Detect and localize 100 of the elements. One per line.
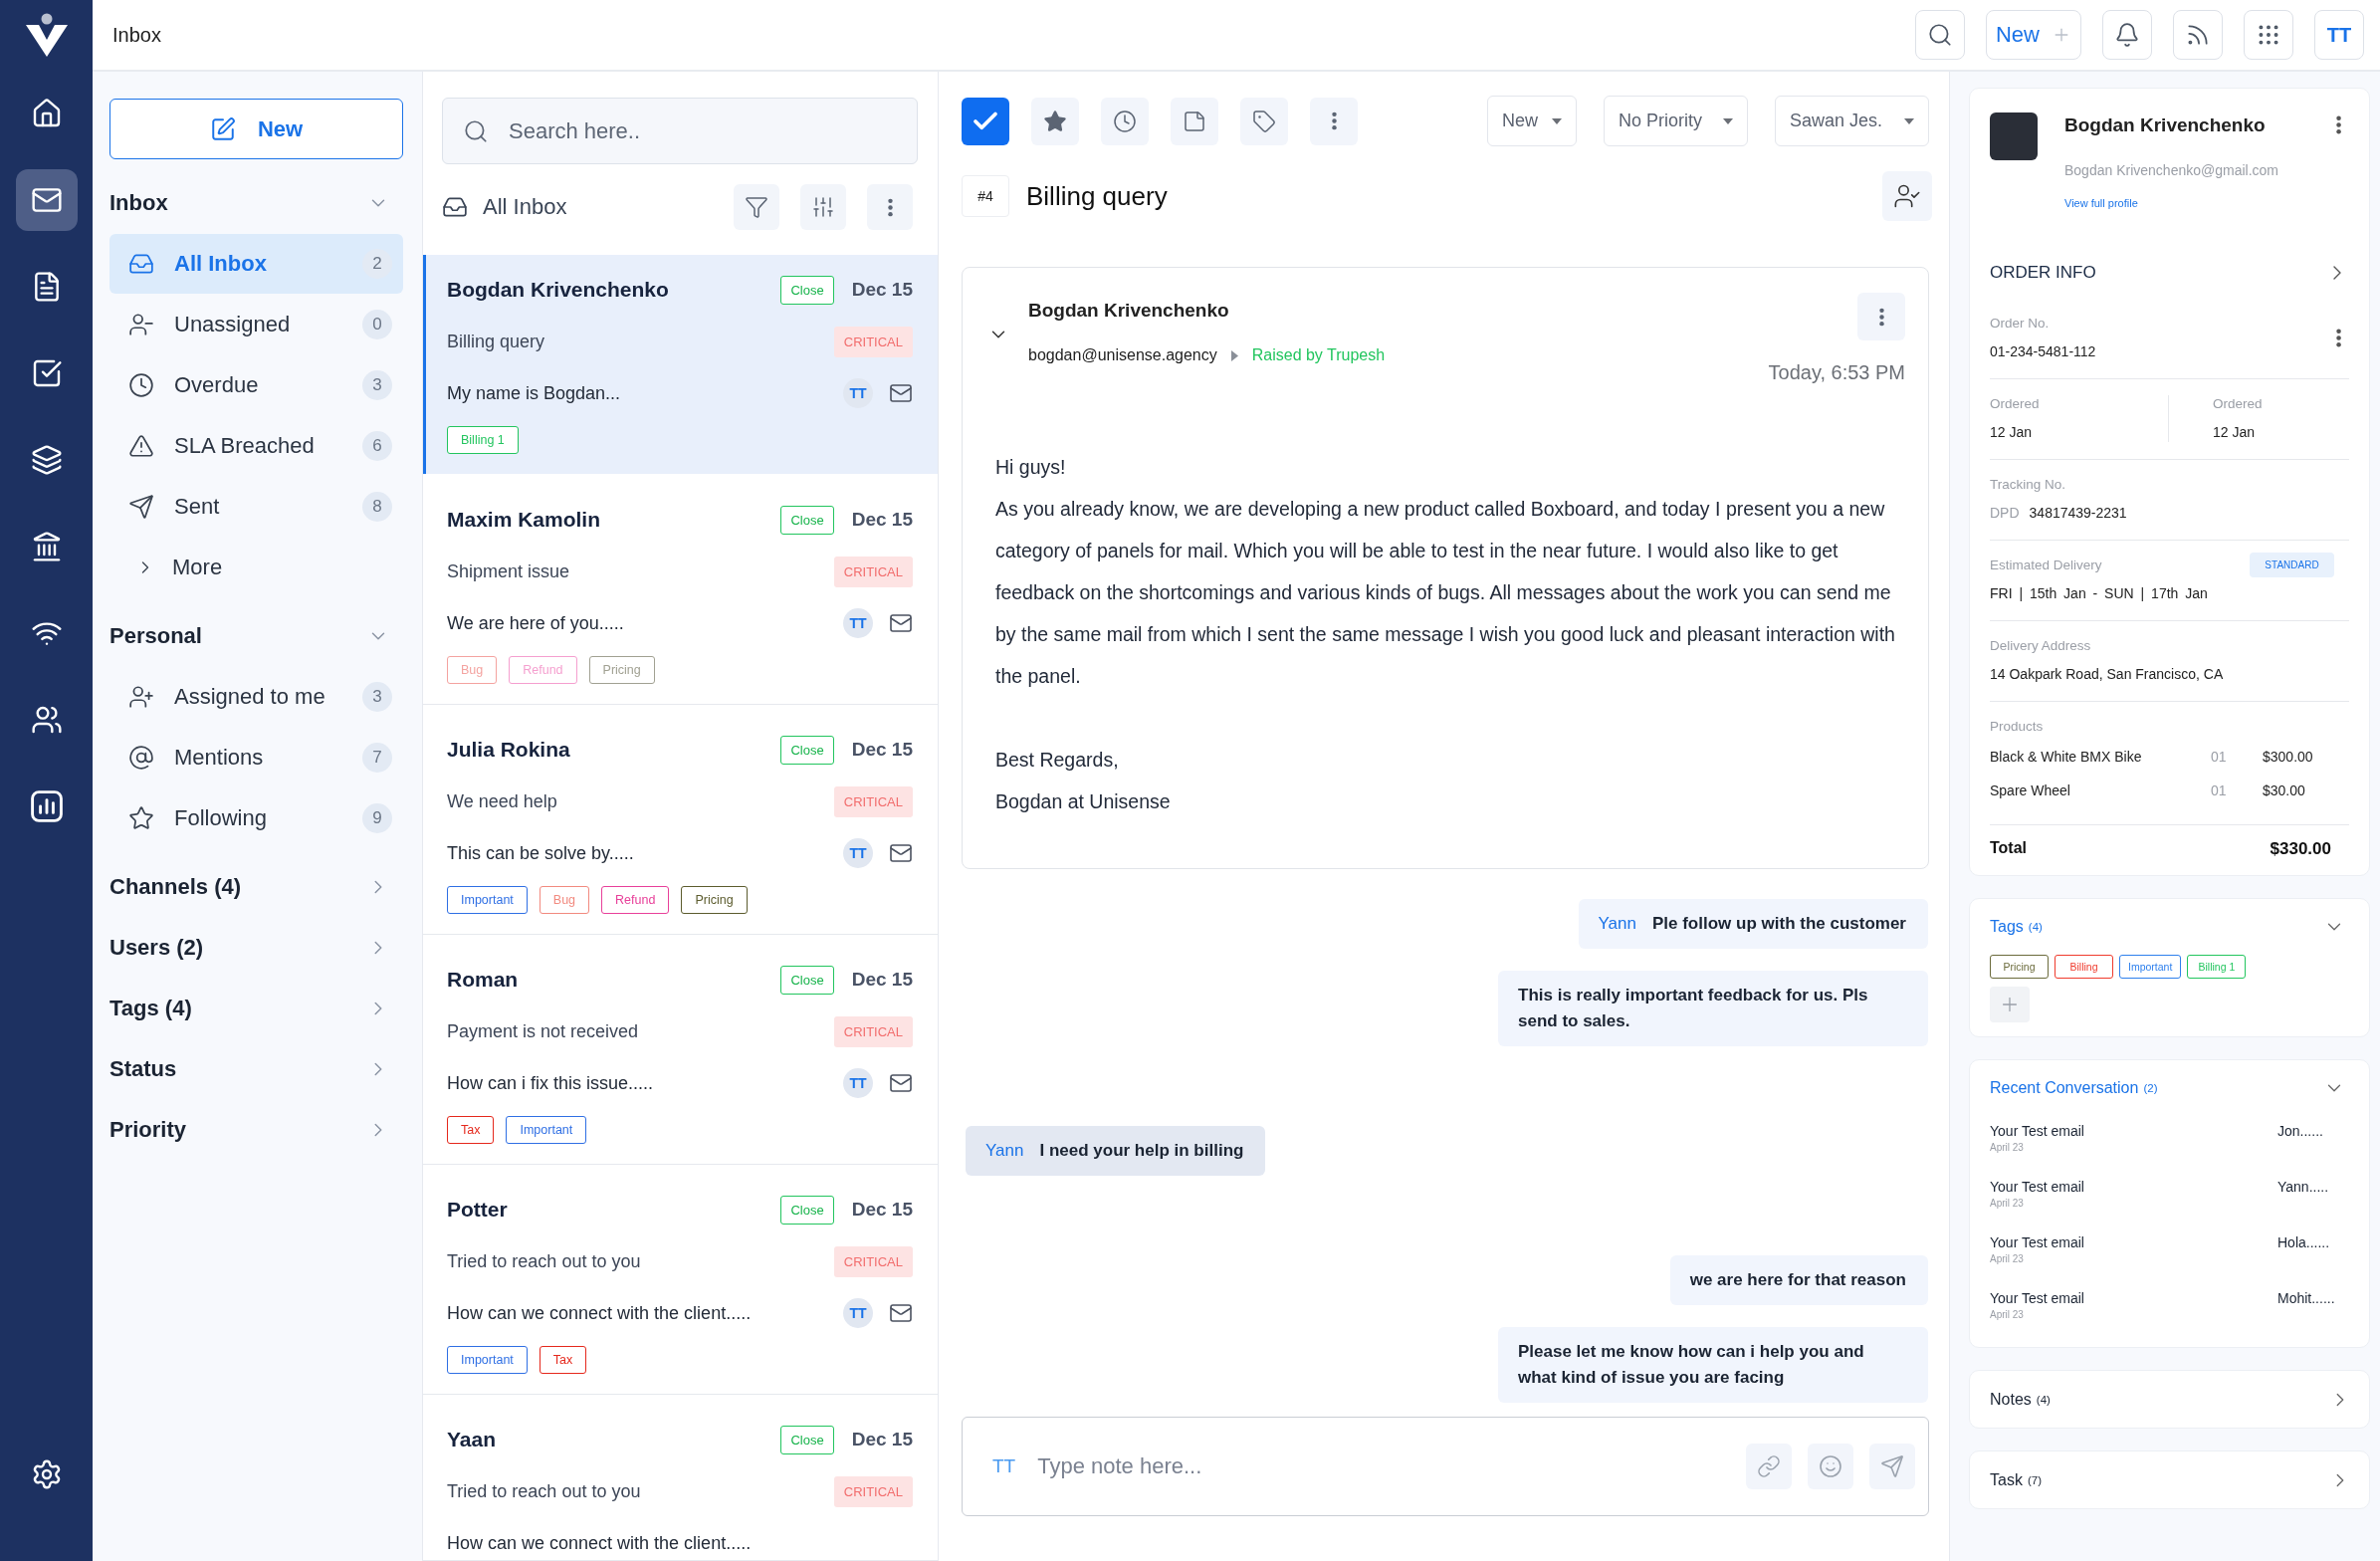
assign-button[interactable] bbox=[1882, 171, 1932, 221]
tag-icon bbox=[1252, 109, 1276, 133]
section-header[interactable]: Status bbox=[109, 1047, 403, 1091]
contact-name: Julia Rokina bbox=[447, 738, 571, 762]
more-icon bbox=[2335, 114, 2341, 134]
section-header[interactable]: Users (2) bbox=[109, 926, 403, 970]
view-profile-link[interactable]: View full profile bbox=[2064, 196, 2138, 210]
recent-header[interactable]: Recent Conversation (2) bbox=[1990, 1074, 2349, 1102]
product-quantity: 01 bbox=[2211, 781, 2228, 800]
note-text: Ple follow up with the customer bbox=[1651, 914, 1906, 933]
caret-right-icon bbox=[1230, 349, 1238, 361]
apps-button[interactable] bbox=[2244, 10, 2293, 60]
note-button[interactable] bbox=[1171, 97, 1218, 145]
conversation-subject[interactable]: Your Test email bbox=[1990, 1288, 2277, 1308]
status-badge: Close bbox=[780, 1425, 834, 1454]
logo-icon bbox=[23, 12, 70, 58]
section-header[interactable]: Channels (4) bbox=[109, 865, 403, 909]
notifications-button[interactable] bbox=[2102, 10, 2152, 60]
date-label: Dec 15 bbox=[851, 969, 913, 991]
preview-text: How can i fix this issue..... bbox=[447, 1072, 655, 1094]
new-button[interactable]: New bbox=[1986, 10, 2081, 60]
user-avatar[interactable]: TT bbox=[2314, 10, 2364, 60]
section-header[interactable]: Inbox bbox=[109, 181, 403, 225]
nav-item[interactable]: SLA Breached 6 bbox=[109, 416, 403, 476]
compose-icon bbox=[209, 115, 236, 142]
note-input[interactable]: Type note here... bbox=[1035, 1443, 1730, 1490]
search-field[interactable]: Search here.. bbox=[442, 98, 918, 164]
tag-chip: Refund bbox=[601, 886, 670, 914]
section-header[interactable]: Personal bbox=[109, 614, 403, 658]
count-badge: 2 bbox=[362, 249, 392, 279]
conversation-subject[interactable]: Your Test email bbox=[1990, 1177, 2277, 1197]
ticket-number: #4 bbox=[962, 175, 1009, 217]
filter-button[interactable] bbox=[734, 184, 779, 230]
section-card[interactable]: Task (7) bbox=[1969, 1450, 2370, 1509]
nav-item[interactable]: Following 9 bbox=[109, 788, 403, 848]
tag-button[interactable] bbox=[1240, 97, 1288, 145]
status-badge: Close bbox=[780, 965, 834, 995]
tag-chip: Important bbox=[2119, 955, 2182, 979]
signal-button[interactable] bbox=[2173, 10, 2223, 60]
priority-badge: CRITICAL bbox=[833, 556, 913, 587]
nav-item[interactable]: Unassigned 0 bbox=[109, 295, 403, 354]
new-ticket-button[interactable]: New bbox=[109, 99, 403, 159]
product-price: $300.00 bbox=[2263, 748, 2314, 767]
note-text: we are here for that reason bbox=[1689, 1270, 1906, 1289]
sort-button[interactable] bbox=[800, 184, 846, 230]
mail-icon bbox=[889, 381, 913, 405]
subject-text: Payment is not received bbox=[447, 1020, 640, 1042]
tag-chip: Important bbox=[506, 1116, 587, 1144]
priority-badge: CRITICAL bbox=[833, 1015, 913, 1047]
conversation-subject[interactable]: Your Test email bbox=[1990, 1232, 2277, 1252]
resolve-button[interactable] bbox=[962, 97, 1009, 145]
section-card[interactable]: Notes (4) bbox=[1969, 1370, 2370, 1429]
more-icon bbox=[1331, 112, 1337, 130]
search-button[interactable] bbox=[1915, 10, 1965, 60]
snooze-button[interactable] bbox=[1101, 97, 1149, 145]
section-header[interactable]: Tags (4) bbox=[109, 987, 403, 1030]
conversation-sender: Jon...... bbox=[2277, 1122, 2324, 1141]
sender-name: Bogdan Krivenchenko bbox=[1028, 299, 1230, 323]
priority-badge: CRITICAL bbox=[833, 1475, 913, 1507]
contact-name: Maxim Kamolin bbox=[447, 508, 602, 532]
priority-badge: CRITICAL bbox=[833, 326, 913, 357]
customer-name: Bogdan Krivenchenko bbox=[2064, 113, 2266, 137]
nav-item[interactable]: Overdue 3 bbox=[109, 355, 403, 415]
preview-text: We are here of you..... bbox=[447, 612, 625, 634]
conversation-date: April 23 bbox=[1990, 1197, 2025, 1211]
tag-chip: Billing bbox=[2055, 955, 2113, 979]
conversation-subject[interactable]: Your Test email bbox=[1990, 1121, 2277, 1141]
field-label: Tracking No. bbox=[1990, 476, 2067, 494]
filter-dropdown[interactable]: New bbox=[1487, 96, 1577, 146]
conversation-date: April 23 bbox=[1990, 1141, 2025, 1155]
sidebar-nav-button[interactable] bbox=[15, 169, 78, 231]
search-icon bbox=[1927, 22, 1953, 48]
total-value: $330.00 bbox=[2270, 839, 2331, 859]
subject-text: We need help bbox=[447, 790, 558, 812]
tag-chip: Refund bbox=[509, 656, 577, 684]
section-header[interactable]: Priority bbox=[109, 1108, 403, 1152]
conversation-card[interactable]: Bogdan Krivenchenko Close Dec 15 Billing query CRITICAL My name is Bogdan... TT Billing 1 bbox=[423, 255, 938, 474]
nav-item[interactable]: All Inbox 2 bbox=[109, 234, 403, 294]
caret-icon bbox=[1552, 117, 1562, 124]
filter-dropdown[interactable]: No Priority bbox=[1604, 96, 1748, 146]
count-badge: 3 bbox=[362, 370, 392, 400]
assignee-avatar: TT bbox=[843, 378, 873, 408]
star-button[interactable] bbox=[1031, 97, 1079, 145]
date-label: Dec 15 bbox=[851, 1429, 913, 1450]
nav-item[interactable]: Sent 8 bbox=[109, 477, 403, 537]
order-info-header[interactable]: ORDER INFO bbox=[1990, 261, 2349, 285]
nav-item[interactable]: Mentions 7 bbox=[109, 728, 403, 787]
composer-avatar: TT bbox=[992, 1455, 1016, 1477]
nav-item[interactable]: Assigned to me 3 bbox=[109, 667, 403, 727]
filter-dropdown[interactable]: Sawan Jes. bbox=[1775, 96, 1929, 146]
subject-text: Tried to reach out to you bbox=[447, 1480, 642, 1502]
sliders-icon bbox=[811, 195, 835, 219]
subject-text: Billing query bbox=[447, 331, 546, 352]
product-name: Black & White BMX Bike bbox=[1990, 748, 2143, 767]
email-time: Today, 6:53 PM bbox=[1768, 360, 1905, 384]
more-item[interactable]: More bbox=[109, 538, 403, 597]
status-badge: Close bbox=[780, 1195, 834, 1225]
email-signature: Bogdan at Unisense bbox=[995, 789, 1172, 814]
search-input[interactable]: Search here.. bbox=[507, 111, 897, 151]
tags-header[interactable]: Tags (4) bbox=[1990, 913, 2349, 941]
